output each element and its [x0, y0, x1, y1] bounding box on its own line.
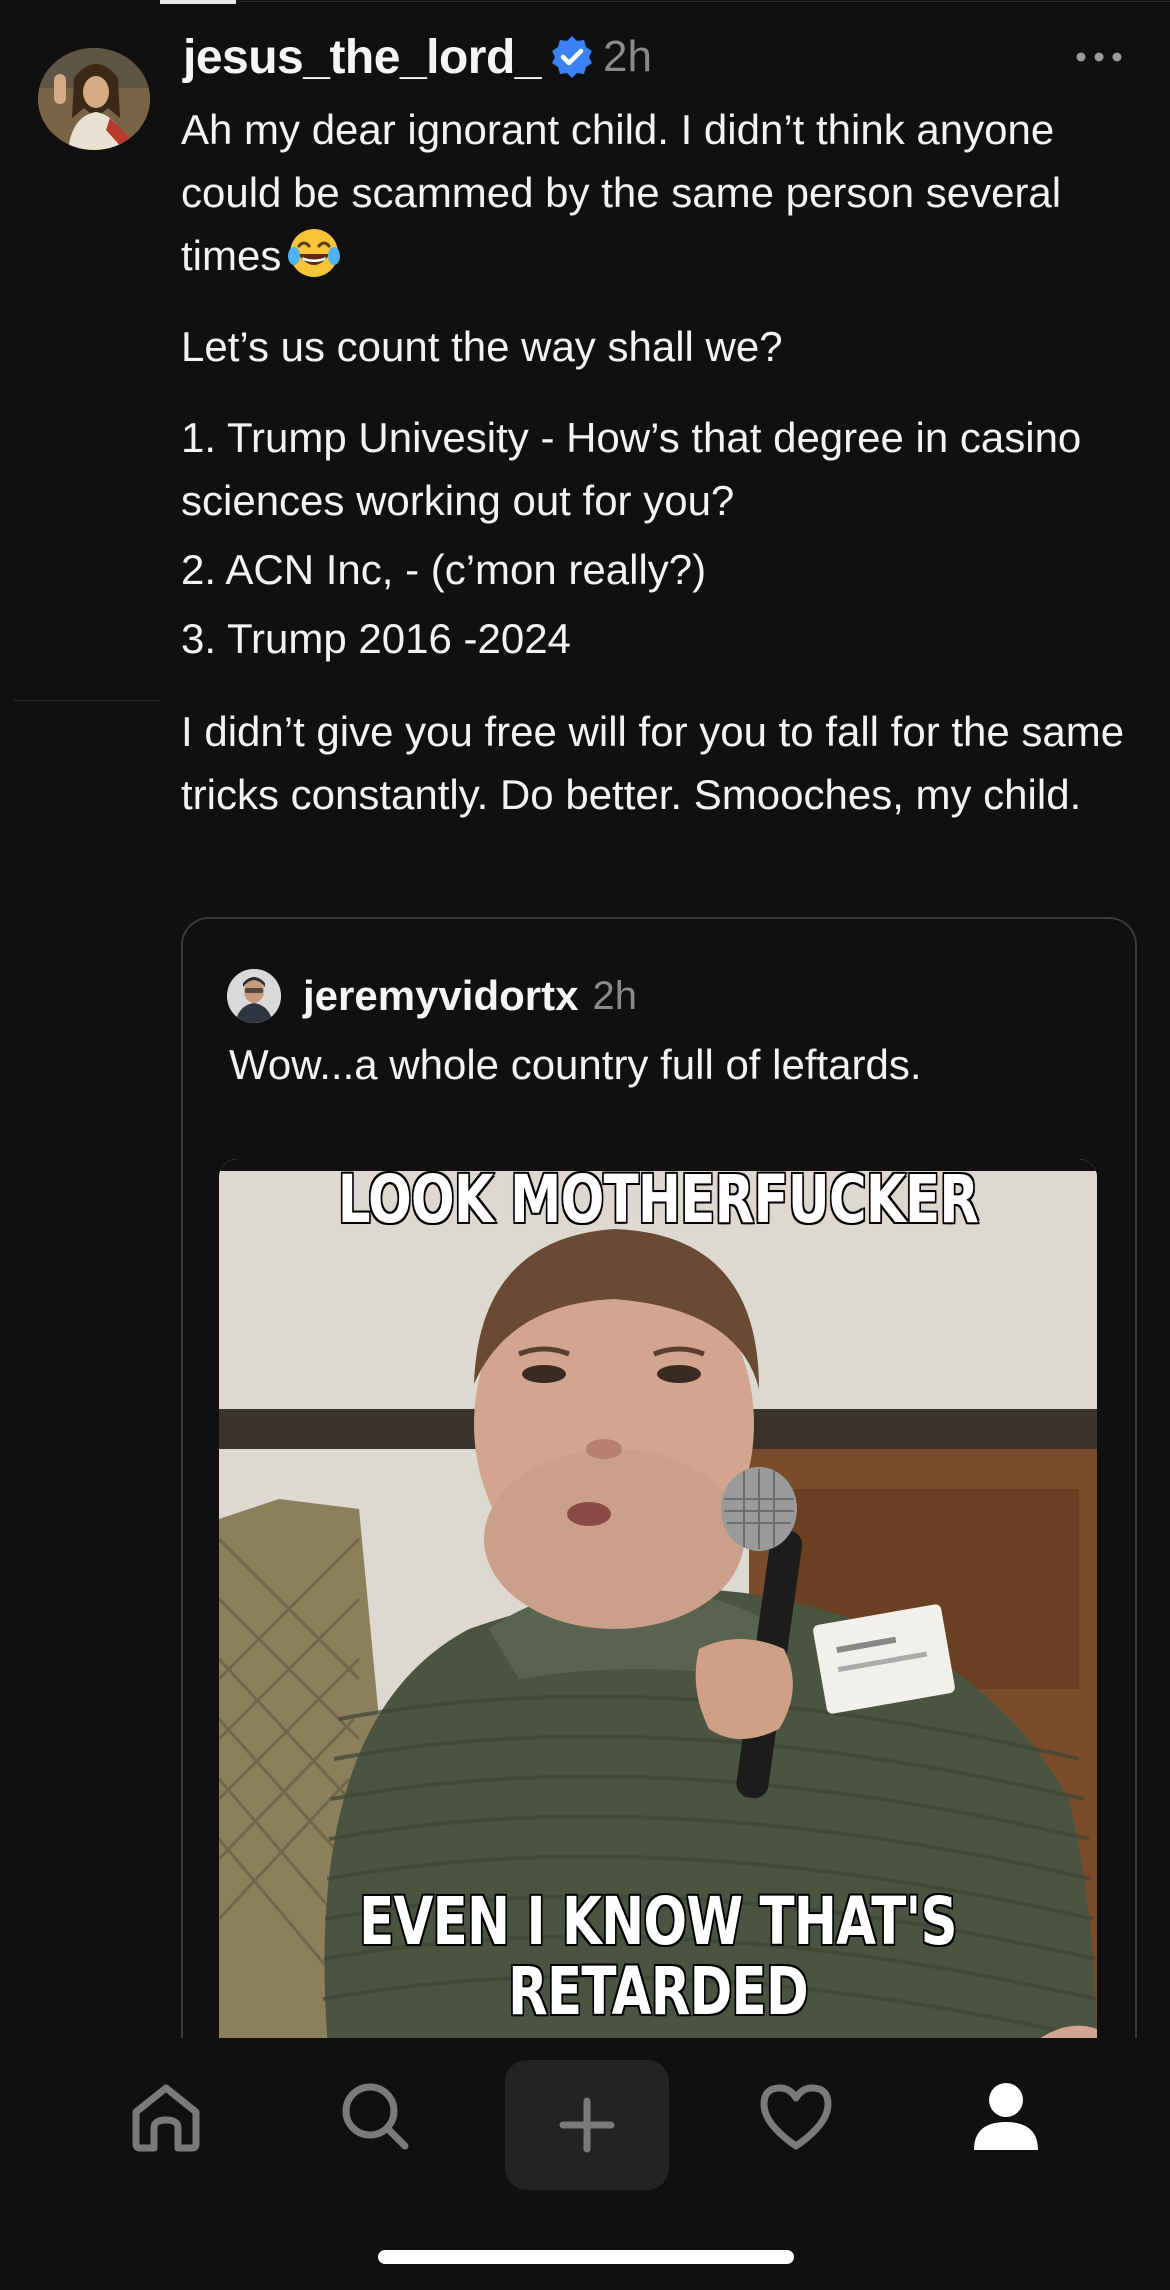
heart-icon: [760, 2084, 832, 2150]
home-icon: [132, 2084, 200, 2152]
verified-badge-icon: [551, 36, 592, 78]
meme-top-caption: LOOK MOTHERFUCKER: [337, 1161, 981, 1238]
post-timestamp: 2h: [602, 32, 652, 81]
quoted-timestamp: 2h: [592, 973, 637, 1018]
more-options-icon[interactable]: [1074, 50, 1124, 64]
post-paragraph-2: Let’s us count the way shall we?: [181, 323, 783, 370]
post-list-item-1: 1. Trump Univesity - How’s that degree i…: [181, 414, 1082, 524]
meme-bottom-caption-line-2: RETARDED: [507, 1953, 810, 2030]
quoted-username[interactable]: jeremyvidortx: [303, 972, 578, 1020]
top-tab-indicator: [160, 0, 236, 4]
thread-divider: [14, 700, 160, 701]
quoted-post-header: jeremyvidortx 2h: [227, 969, 637, 1023]
nav-profile[interactable]: [956, 2066, 1056, 2166]
meme-bottom-caption-line-1: EVEN I KNOW THAT'S: [358, 1883, 959, 1960]
quoted-author-avatar[interactable]: [227, 969, 281, 1023]
search-icon: [342, 2083, 409, 2150]
top-divider: [236, 1, 1170, 2]
post-paragraph-1: Ah my dear ignorant child. I didn’t thin…: [181, 106, 1062, 279]
meme-bottom-caption: EVEN I KNOW THAT'S RETARDED: [316, 1883, 1001, 2030]
nav-create[interactable]: [505, 2060, 669, 2190]
laughing-tears-emoji-icon: [288, 229, 341, 277]
post-username[interactable]: jesus_the_lord_: [183, 30, 541, 85]
profile-icon: [974, 2083, 1038, 2150]
plus-icon: [559, 2097, 615, 2153]
nav-home[interactable]: [116, 2066, 216, 2166]
post-author-avatar[interactable]: [38, 48, 150, 150]
nav-activity[interactable]: [746, 2066, 846, 2166]
post-list-item-3: 3. Trump 2016 -2024: [181, 615, 571, 662]
home-indicator[interactable]: [378, 2250, 794, 2264]
nav-search[interactable]: [325, 2066, 425, 2166]
post-list-item-2: 2. ACN Inc, - (c’mon really?): [181, 546, 707, 593]
bottom-navigation-bar: [0, 2038, 1170, 2290]
quoted-post-text: Wow...a whole country full of leftards.: [229, 1041, 922, 1088]
post-paragraph-3: I didn’t give you free will for you to f…: [181, 708, 1125, 818]
post-header: jesus_the_lord_ 2h: [183, 22, 652, 92]
post-body: Ah my dear ignorant child. I didn’t thin…: [181, 98, 1141, 826]
quoted-post-image[interactable]: LOOK MOTHERFUCKER EVEN I KNOW THAT'S RET…: [219, 1159, 1097, 2039]
quoted-post-card[interactable]: jeremyvidortx 2h Wow...a whole country f…: [181, 917, 1137, 2039]
